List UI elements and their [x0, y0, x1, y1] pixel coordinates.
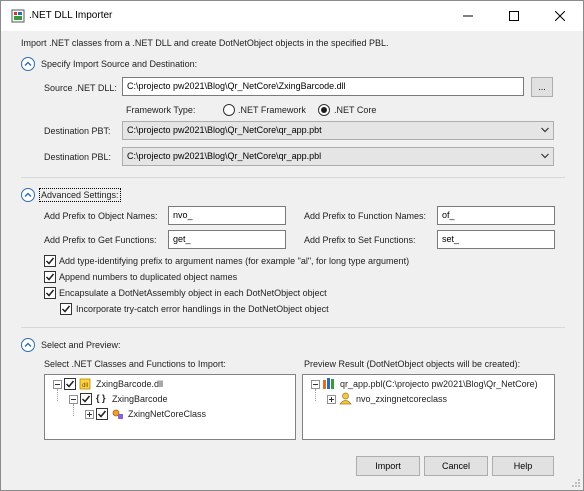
preview-result-label: Preview Result (DotNetObject objects wil…: [304, 359, 521, 369]
tree-item-object[interactable]: nvo_zxingnetcoreclass: [356, 394, 447, 404]
prefix-function-label: Add Prefix to Function Names:: [304, 211, 427, 221]
framework-type-label: Framework Type:: [126, 105, 196, 115]
dest-pbt-value: C:\projecto pw2021\Blog\Qr_NetCore\qr_ap…: [127, 125, 322, 135]
encapsulate-label: Encapsulate a DotNetAssembly object in e…: [59, 288, 327, 298]
tree-line: [73, 404, 74, 416]
maximize-button[interactable]: [491, 1, 537, 31]
collapse-toggle[interactable]: [69, 395, 78, 404]
minimize-icon: [463, 15, 473, 17]
type-prefix-checkbox[interactable]: [44, 255, 56, 267]
encapsulate-checkbox[interactable]: [44, 287, 56, 299]
tree-checkbox-namespace[interactable]: [80, 393, 92, 405]
prefix-object-label: Add Prefix to Object Names:: [44, 211, 158, 221]
checkmark-icon: [81, 395, 91, 403]
close-icon: [555, 11, 565, 21]
class-icon: [112, 409, 123, 419]
preview-section-title: Select and Preview:: [41, 340, 121, 350]
dest-pbt-select[interactable]: C:\projecto pw2021\Blog\Qr_NetCore\qr_ap…: [122, 121, 554, 140]
source-dll-input[interactable]: C:\projecto pw2021\Blog\Qr_NetCore\Zxing…: [122, 77, 524, 96]
library-icon: [323, 378, 334, 389]
dotnet-importer-window: .NET DLL Importer Import .NET classes fr…: [0, 0, 584, 491]
checkmark-icon: [45, 257, 55, 265]
checkmark-icon: [61, 305, 71, 313]
chevron-up-icon: [24, 192, 32, 197]
prefix-set-input[interactable]: set_: [437, 230, 555, 249]
tree-item-dll[interactable]: ZxingBarcode.dll: [96, 379, 163, 389]
prefix-get-label: Add Prefix to Get Functions:: [44, 235, 157, 245]
radio-net-framework[interactable]: [223, 104, 235, 116]
collapse-toggle[interactable]: [311, 380, 320, 389]
dest-pbl-label: Destination PBL:: [44, 152, 112, 162]
dest-pbl-value: C:\projecto pw2021\Blog\Qr_NetCore\qr_ap…: [127, 151, 322, 161]
type-prefix-label: Add type-identifying prefix to argument …: [59, 256, 410, 266]
chevron-down-icon: [541, 153, 549, 159]
tree-item-class[interactable]: ZxingNetCoreClass: [128, 409, 206, 419]
prefix-set-label: Add Prefix to Set Functions:: [304, 235, 416, 245]
tree-checkbox-class[interactable]: [96, 408, 108, 420]
dll-file-icon: dll: [79, 378, 91, 390]
class-selection-tree[interactable]: dll ZxingBarcode.dll { } ZxingBarcode Zx…: [44, 374, 296, 440]
tree-item-namespace[interactable]: ZxingBarcode: [112, 394, 168, 404]
try-catch-label: Incorporate try-catch error handlings in…: [76, 304, 329, 314]
title-bar: .NET DLL Importer: [1, 1, 583, 31]
radio-selected-dot: [321, 107, 327, 113]
radio-net-framework-label: .NET Framework: [238, 105, 306, 115]
append-numbers-checkbox[interactable]: [44, 271, 56, 283]
collapse-source-section-button[interactable]: [21, 57, 35, 71]
tree-checkbox-dll[interactable]: [64, 378, 76, 390]
cancel-button[interactable]: Cancel: [424, 456, 488, 476]
separator: [21, 177, 565, 178]
advanced-section-title: Advanced Settings:: [39, 188, 121, 202]
prefix-get-input[interactable]: get_: [168, 230, 286, 249]
source-section-title: Specify Import Source and Destination:: [41, 59, 198, 69]
checkmark-icon: [65, 380, 75, 388]
chevron-up-icon: [24, 61, 32, 66]
app-icon: [11, 9, 25, 23]
select-classes-label: Select .NET Classes and Functions to Imp…: [44, 359, 226, 369]
radio-net-core[interactable]: [318, 104, 330, 116]
resize-grip-icon[interactable]: [571, 478, 581, 488]
radio-net-core-label: .NET Core: [334, 105, 377, 115]
chevron-up-icon: [24, 342, 32, 347]
separator: [21, 327, 565, 328]
import-button[interactable]: Import: [356, 456, 420, 476]
minimize-button[interactable]: [445, 1, 491, 31]
window-title: .NET DLL Importer: [29, 10, 113, 21]
chevron-down-icon: [541, 127, 549, 133]
close-button[interactable]: [537, 1, 583, 31]
tree-line: [315, 389, 316, 401]
expand-toggle[interactable]: [327, 395, 336, 404]
svg-text:dll: dll: [82, 383, 88, 389]
collapse-advanced-section-button[interactable]: [21, 188, 35, 202]
tree-item-pbl[interactable]: qr_app.pbl(C:\projecto pw2021\Blog\Qr_Ne…: [340, 379, 538, 389]
dest-pbt-label: Destination PBT:: [44, 126, 111, 136]
preview-result-tree[interactable]: qr_app.pbl(C:\projecto pw2021\Blog\Qr_Ne…: [302, 374, 555, 440]
namespace-icon: { }: [96, 393, 106, 403]
collapse-toggle[interactable]: [53, 380, 62, 389]
checkmark-icon: [45, 289, 55, 297]
checkmark-icon: [45, 273, 55, 281]
browse-button[interactable]: ...: [531, 77, 553, 97]
user-object-icon: [339, 392, 352, 405]
prefix-object-input[interactable]: nvo_: [168, 206, 286, 225]
maximize-icon: [509, 11, 519, 21]
prefix-function-input[interactable]: of_: [437, 206, 555, 225]
tree-line: [57, 389, 58, 401]
collapse-preview-section-button[interactable]: [21, 338, 35, 352]
expand-toggle[interactable]: [85, 410, 94, 419]
append-numbers-label: Append numbers to duplicated object name…: [59, 272, 238, 282]
dest-pbl-select[interactable]: C:\projecto pw2021\Blog\Qr_NetCore\qr_ap…: [122, 147, 554, 166]
checkmark-icon: [97, 410, 107, 418]
try-catch-checkbox[interactable]: [60, 303, 72, 315]
help-button[interactable]: Help: [492, 456, 554, 476]
description-text: Import .NET classes from a .NET DLL and …: [21, 38, 389, 48]
source-dll-label: Source .NET DLL:: [44, 83, 117, 93]
